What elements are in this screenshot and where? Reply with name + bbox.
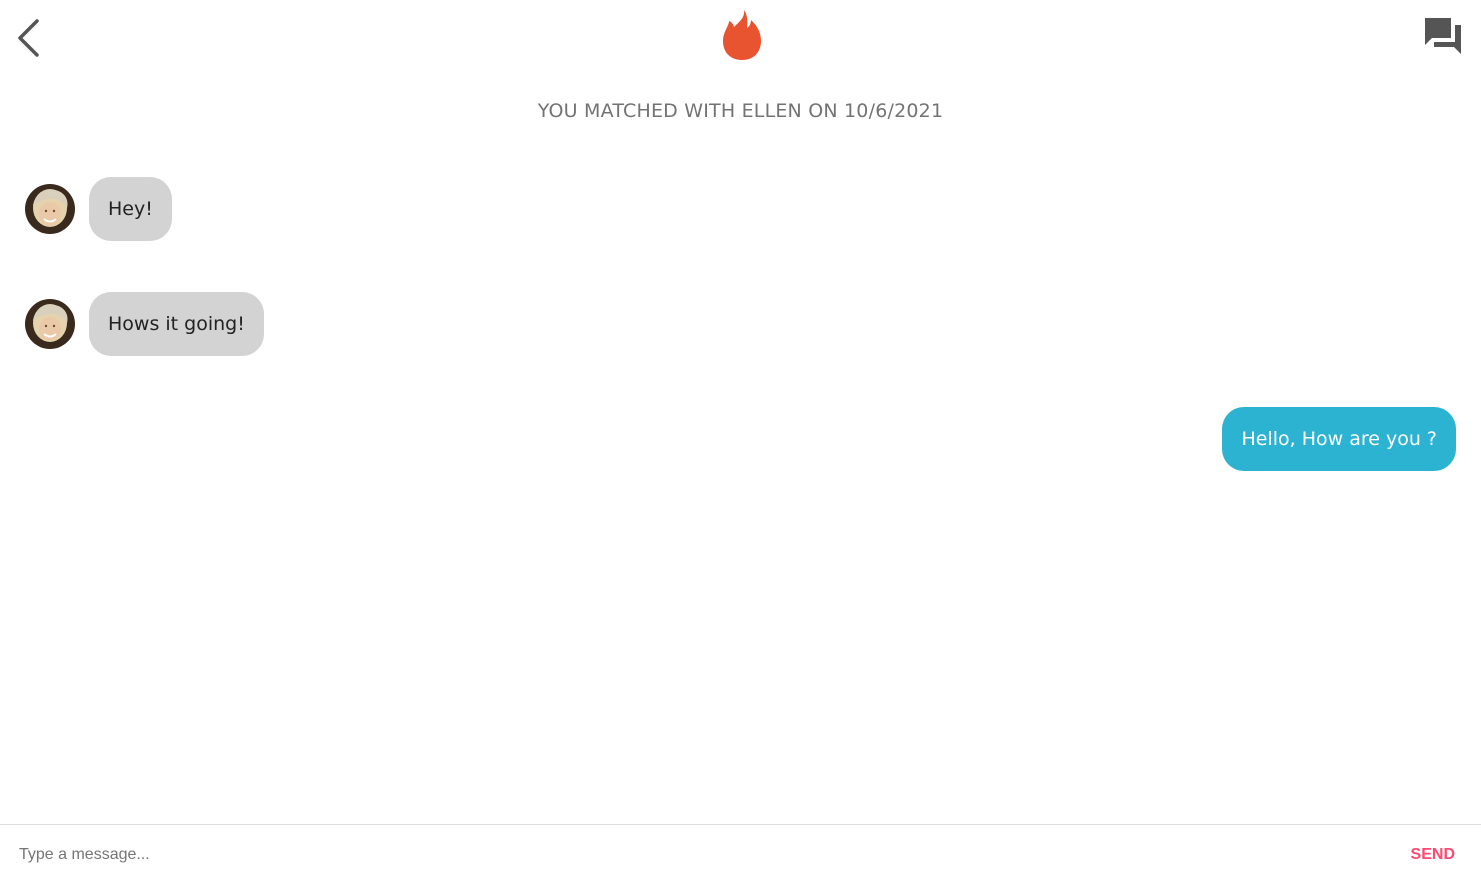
chat-screen: YOU MATCHED WITH ELLEN ON 10/6/2021 Hey!	[0, 0, 1481, 884]
chat-bubbles-icon	[1425, 18, 1461, 54]
send-button[interactable]: SEND	[1411, 846, 1455, 864]
back-button[interactable]	[10, 16, 46, 60]
header	[0, 0, 1481, 80]
outgoing-message-bubble: Hello, How are you ?	[1222, 407, 1456, 471]
incoming-message-row: Hey!	[25, 177, 172, 241]
messages-button[interactable]	[1423, 16, 1467, 60]
flame-icon	[723, 10, 761, 60]
message-bubble: Hows it going!	[89, 292, 264, 356]
avatar[interactable]	[25, 299, 75, 349]
avatar[interactable]	[25, 184, 75, 234]
message-composer: SEND	[0, 824, 1481, 884]
chevron-left-icon	[18, 19, 39, 57]
match-banner: YOU MATCHED WITH ELLEN ON 10/6/2021	[537, 100, 944, 122]
incoming-message-row: Hows it going!	[25, 292, 264, 356]
message-input[interactable]	[0, 827, 1411, 883]
message-bubble: Hey!	[89, 177, 172, 241]
